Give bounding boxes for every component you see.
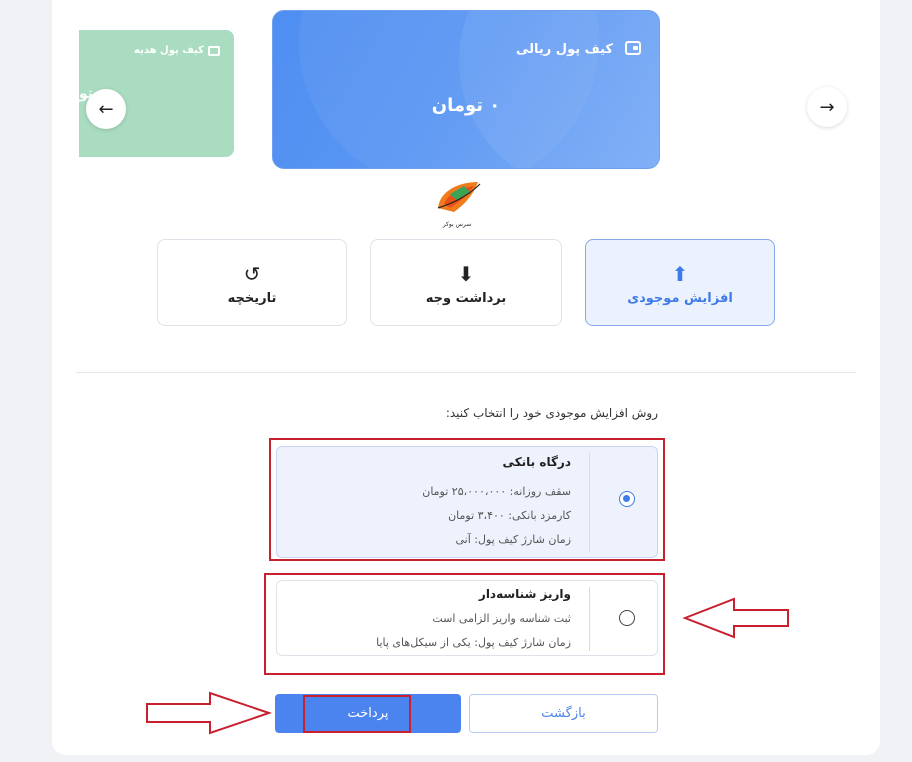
tile-withdraw[interactable]: ⬇ برداشت وجه <box>370 239 562 326</box>
download-icon: ⬇ <box>457 262 475 286</box>
annotation-box-pay <box>303 695 411 733</box>
tile-history-label: تاریخچه <box>227 291 277 306</box>
annotation-box-bank-gateway <box>269 438 665 561</box>
logo-caption: سرس بوکر <box>442 221 472 228</box>
annotation-arrow-right-icon <box>146 691 272 735</box>
history-icon: ↺ <box>243 262 261 286</box>
tile-increase-balance-label: افزایش موجودی <box>627 291 733 306</box>
gift-wallet-title: کیف پول هدیه <box>134 45 204 56</box>
brand-logo: سرس بوکر <box>430 178 484 228</box>
upload-icon: ⬆ <box>671 262 689 286</box>
rial-wallet-balance: ۰ تومان <box>431 95 501 116</box>
card-decoration <box>299 11 599 168</box>
carousel-prev-button[interactable]: ← <box>86 89 126 129</box>
tile-increase-balance[interactable]: ⬆ افزایش موجودی <box>585 239 775 326</box>
wallet-icon <box>625 41 641 55</box>
tile-history[interactable]: ↺ تاریخچه <box>157 239 347 326</box>
back-button[interactable]: بازگشت <box>469 694 658 733</box>
back-button-label: بازگشت <box>541 706 586 721</box>
gift-icon <box>208 46 220 56</box>
annotation-arrow-left-icon <box>682 597 789 639</box>
carousel-next-button[interactable]: → <box>807 87 847 127</box>
arrow-right-icon: → <box>819 96 835 118</box>
rial-wallet-card[interactable]: کیف پول ریالی ۰ تومان <box>272 10 660 169</box>
logo-mark-icon <box>437 182 481 212</box>
method-prompt: روش افزایش موجودی خود را انتخاب کنید: <box>445 406 658 420</box>
annotation-box-identified-deposit <box>264 573 665 675</box>
arrow-left-icon: ← <box>98 98 114 120</box>
rial-wallet-title: کیف پول ریالی <box>516 42 613 57</box>
tile-withdraw-label: برداشت وجه <box>425 291 507 306</box>
section-divider <box>76 372 856 373</box>
